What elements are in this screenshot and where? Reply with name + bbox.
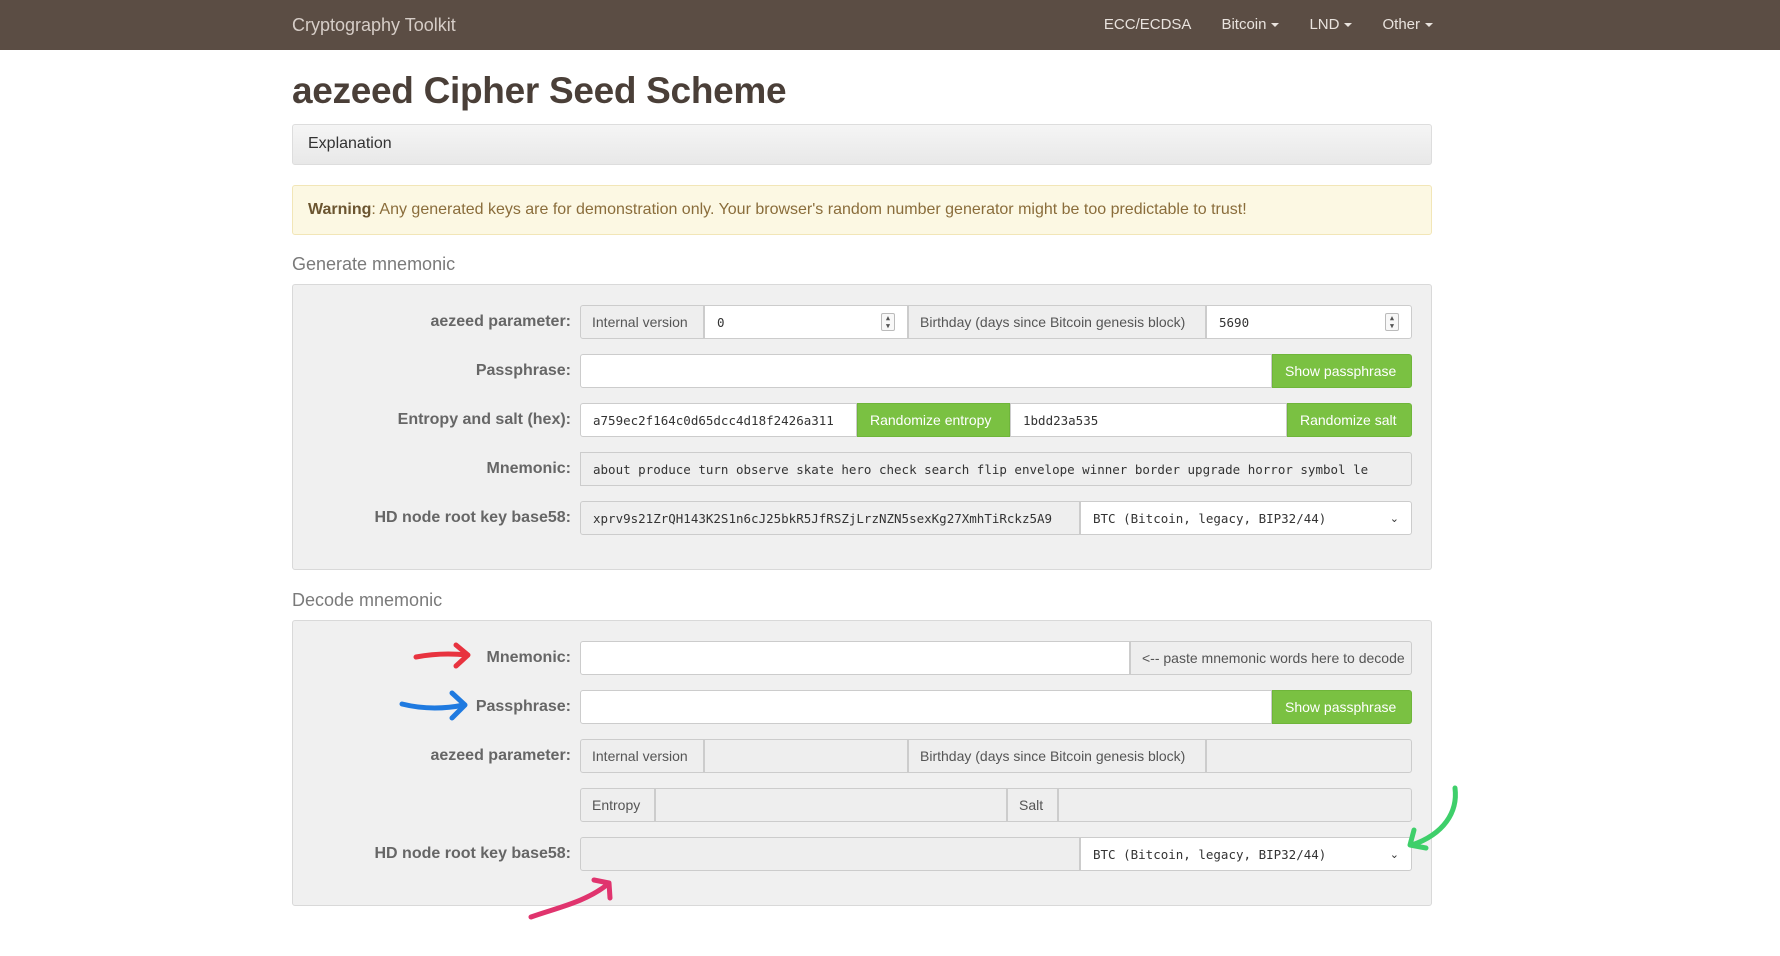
gen-network-select[interactable]: BTC (Bitcoin, legacy, BIP32/44) ⌄ — [1080, 501, 1412, 535]
nav-item-label: Bitcoin — [1221, 16, 1267, 33]
dec-mnemonic-row: Mnemonic: <-- paste mnemonic words here … — [293, 641, 1433, 675]
gen-hdnode-output[interactable]: xprv9s21ZrQH143K2S1n6cJ25bkR5JfRSZjLrzNZ… — [580, 501, 1080, 535]
gen-passphrase-input[interactable] — [580, 354, 1272, 388]
gen-network-selected: BTC (Bitcoin, legacy, BIP32/44) — [1093, 510, 1327, 526]
gen-entropy-row: Entropy and salt (hex): a759ec2f164c0d65… — [293, 403, 1433, 437]
dec-entropy-row: Entropy Salt — [293, 788, 1433, 822]
gen-birthday-input[interactable]: 5690 ▲ ▼ — [1206, 305, 1412, 339]
paste-hint-addon: <-- paste mnemonic words here to decode — [1130, 641, 1412, 675]
gen-mnemonic-label: Mnemonic: — [486, 460, 571, 477]
dec-show-passphrase-button[interactable]: Show passphrase — [1272, 690, 1412, 724]
gen-internal-version-value: 0 — [717, 314, 725, 330]
caret-down-icon — [1271, 23, 1280, 28]
warning-label: Warning — [308, 201, 372, 218]
randomize-salt-button[interactable]: Randomize salt — [1287, 403, 1412, 437]
gen-mnemonic-output[interactable]: about produce turn observe skate hero ch… — [580, 452, 1412, 486]
gen-internal-version-input[interactable]: 0 ▲ ▼ — [704, 305, 908, 339]
dec-internal-version-output[interactable] — [704, 739, 908, 773]
chevron-down-icon: ⌄ — [1389, 847, 1399, 861]
spinner-icon[interactable]: ▲ ▼ — [1385, 313, 1399, 331]
dec-salt-output[interactable] — [1058, 788, 1412, 822]
gen-mnemonic-row: Mnemonic: about produce turn observe ska… — [293, 452, 1433, 486]
dec-entropy-output[interactable] — [655, 788, 1007, 822]
gen-entropy-input[interactable]: a759ec2f164c0d65dcc4d18f2426a311 — [580, 403, 857, 437]
top-navbar: Cryptography Toolkit ECC/ECDSA Bitcoin L… — [0, 0, 1780, 50]
chevron-down-icon: ⌄ — [1389, 511, 1399, 525]
spinner-icon[interactable]: ▲ ▼ — [881, 313, 895, 331]
gen-salt-input[interactable]: 1bdd23a535 — [1010, 403, 1287, 437]
gen-passphrase-row: Passphrase: Show passphrase — [293, 354, 1433, 388]
gen-hdnode-label: HD node root key base58: — [374, 509, 572, 526]
gen-show-passphrase-button[interactable]: Show passphrase — [1272, 354, 1412, 388]
dec-mnemonic-input[interactable] — [580, 641, 1130, 675]
dec-network-selected: BTC (Bitcoin, legacy, BIP32/44) — [1093, 846, 1327, 862]
dec-aezeed-row: aezeed parameter: Internal version Birth… — [293, 739, 1433, 773]
caret-down-icon — [1344, 23, 1353, 28]
gen-aezeed-row: aezeed parameter: Internal version 0 ▲ ▼ … — [293, 305, 1433, 339]
dec-passphrase-row: Passphrase: Show passphrase — [293, 690, 1433, 724]
dec-hdnode-row: HD node root key base58: BTC (Bitcoin, l… — [293, 837, 1433, 871]
gen-birthday-value: 5690 — [1219, 314, 1250, 330]
nav-item-label: ECC/ECDSA — [1103, 16, 1192, 33]
dec-birthday-addon: Birthday (days since Bitcoin genesis blo… — [908, 739, 1206, 773]
gen-hdnode-row: HD node root key base58: xprv9s21ZrQH143… — [293, 501, 1433, 535]
nav-menu: ECC/ECDSA Bitcoin LND Other — [1104, 16, 1433, 33]
decode-panel: Mnemonic: <-- paste mnemonic words here … — [292, 620, 1432, 906]
caret-down-icon — [1425, 23, 1433, 28]
dec-network-select[interactable]: BTC (Bitcoin, legacy, BIP32/44) ⌄ — [1080, 837, 1412, 871]
dec-passphrase-label: Passphrase: — [475, 698, 571, 715]
dec-mnemonic-label: Mnemonic: — [486, 649, 571, 666]
dec-salt-addon: Salt — [1007, 788, 1058, 822]
warning-alert: Warning: Any generated keys are for demo… — [292, 185, 1432, 235]
gen-aezeed-label: aezeed parameter: — [430, 313, 571, 330]
nav-item-ecc[interactable]: ECC/ECDSA — [1104, 16, 1192, 33]
dec-entropy-addon: Entropy — [580, 788, 655, 822]
gen-internal-version-addon: Internal version — [580, 305, 704, 339]
decode-section-title: Decode mnemonic — [292, 590, 443, 610]
dec-birthday-output[interactable] — [1206, 739, 1412, 773]
gen-entropy-label: Entropy and salt (hex): — [397, 411, 571, 428]
gen-passphrase-label: Passphrase: — [475, 362, 571, 379]
nav-item-label: Other — [1382, 16, 1420, 33]
warning-text: : Any generated keys are for demonstrati… — [371, 201, 1247, 218]
dec-hdnode-output[interactable] — [580, 837, 1080, 871]
generate-section-title: Generate mnemonic — [292, 254, 456, 274]
randomize-entropy-button[interactable]: Randomize entropy — [857, 403, 1010, 437]
nav-item-bitcoin[interactable]: Bitcoin — [1221, 16, 1280, 33]
nav-item-label: LND — [1309, 16, 1340, 33]
dec-aezeed-label: aezeed parameter: — [430, 747, 571, 764]
nav-item-lnd[interactable]: LND — [1309, 16, 1353, 33]
nav-item-other[interactable]: Other — [1382, 16, 1433, 33]
dec-passphrase-input[interactable] — [580, 690, 1272, 724]
brand-link[interactable]: Cryptography Toolkit — [292, 15, 456, 36]
generate-panel: aezeed parameter: Internal version 0 ▲ ▼ … — [292, 284, 1432, 570]
page-title: aezeed Cipher Seed Scheme — [292, 70, 787, 111]
gen-birthday-addon: Birthday (days since Bitcoin genesis blo… — [908, 305, 1206, 339]
dec-internal-version-addon: Internal version — [580, 739, 704, 773]
dec-hdnode-label: HD node root key base58: — [374, 845, 572, 862]
explanation-toggle[interactable]: Explanation — [292, 124, 1432, 165]
